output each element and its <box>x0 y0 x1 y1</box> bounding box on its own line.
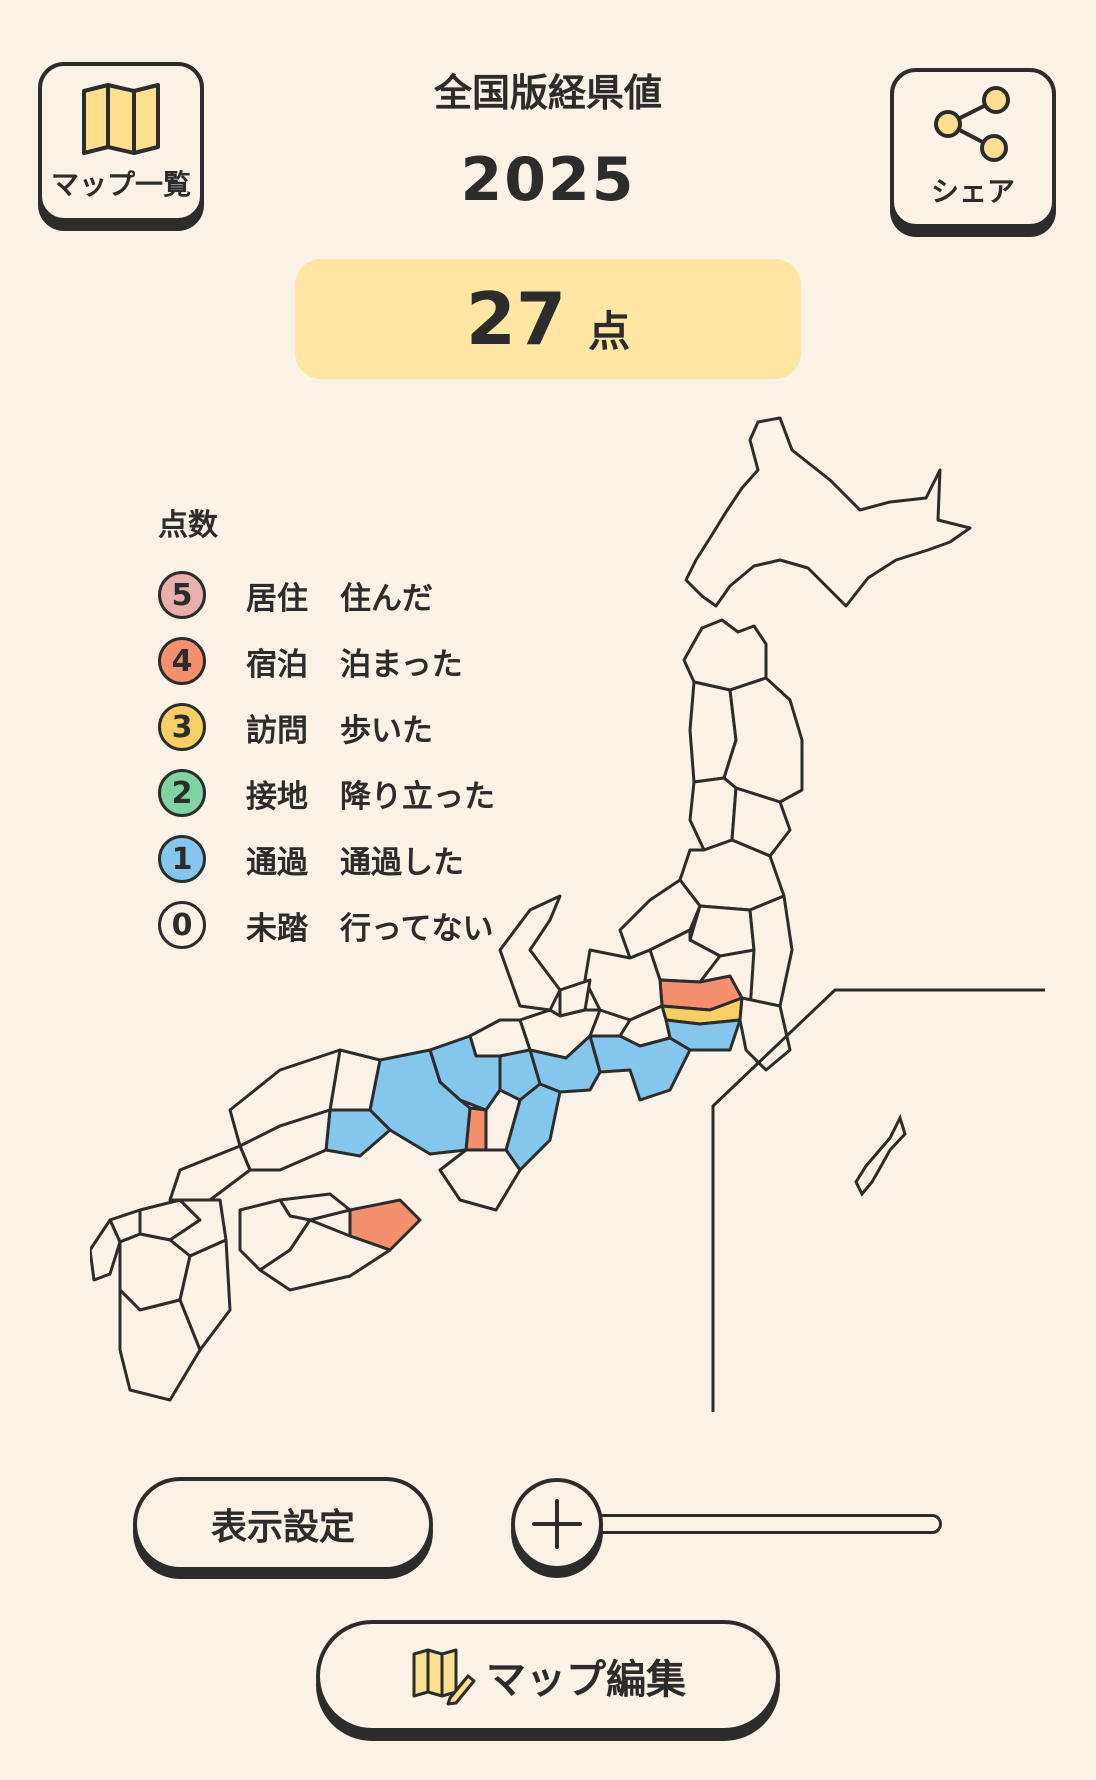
prefecture-yamagata <box>688 776 738 852</box>
legend-item: 4 宿泊 泊まった <box>158 628 495 694</box>
legend-badge-2: 2 <box>158 769 206 817</box>
legend-level: 居住 <box>246 580 308 617</box>
prefecture-ishikawa <box>498 894 562 1012</box>
legend-desc: 泊まった <box>340 646 463 683</box>
edit-map-button[interactable]: マップ編集 <box>316 1620 780 1732</box>
legend-item: 0 未踏 行ってない <box>158 892 495 958</box>
score-legend: 点数 5 居住 住んだ 4 宿泊 泊まった 3 訪問 歩いた 2 接地 降り立っ… <box>158 500 495 958</box>
prefecture-iwate <box>722 676 804 804</box>
prefecture-aomori <box>682 618 768 692</box>
map-edit-icon <box>412 1648 476 1706</box>
legend-desc: 通過した <box>340 844 464 881</box>
legend-badge-4: 4 <box>158 637 206 685</box>
legend-level: 未踏 <box>246 910 308 947</box>
legend-badge-3: 3 <box>158 703 206 751</box>
prefecture-yamaguchi <box>168 1144 252 1202</box>
prefecture-hokkaido <box>684 416 972 608</box>
share-label: シェア <box>930 175 1015 208</box>
legend-title: 点数 <box>158 508 218 543</box>
score-unit: 点 <box>588 306 631 356</box>
legend-desc: 降り立った <box>340 778 495 815</box>
legend-level: 通過 <box>246 844 308 881</box>
plus-icon <box>532 1499 582 1549</box>
legend-level: 訪問 <box>246 712 308 749</box>
legend-item: 3 訪問 歩いた <box>158 694 495 760</box>
edit-map-label: マップ編集 <box>486 1657 686 1703</box>
zoom-slider-track[interactable] <box>580 1514 942 1534</box>
prefecture-shizuoka <box>588 1034 692 1102</box>
legend-desc: 行ってない <box>340 910 494 947</box>
total-score-box: 27 点 <box>295 259 801 379</box>
prefecture-wakayama <box>438 1148 522 1212</box>
prefecture-nagasaki <box>90 1218 122 1282</box>
display-settings-button[interactable]: 表示設定 <box>133 1477 433 1571</box>
score-value: 27 <box>465 277 567 361</box>
prefecture-okinawa <box>854 1114 907 1197</box>
prefecture-chiba <box>738 996 792 1072</box>
zoom-slider-handle[interactable] <box>511 1478 603 1570</box>
legend-item: 5 居住 住んだ <box>158 562 495 628</box>
legend-level: 宿泊 <box>246 646 308 683</box>
legend-level: 接地 <box>246 778 308 815</box>
legend-badge-5: 5 <box>158 571 206 619</box>
prefecture-ibaraki <box>748 894 794 1012</box>
share-icon <box>934 86 1010 162</box>
legend-item: 2 接地 降り立った <box>158 760 495 826</box>
legend-badge-0: 0 <box>158 901 206 949</box>
legend-desc: 住んだ <box>340 580 433 617</box>
legend-item: 1 通過 通過した <box>158 826 495 892</box>
legend-desc: 歩いた <box>340 712 433 749</box>
legend-badge-1: 1 <box>158 835 206 883</box>
share-button[interactable]: シェア <box>890 68 1056 228</box>
